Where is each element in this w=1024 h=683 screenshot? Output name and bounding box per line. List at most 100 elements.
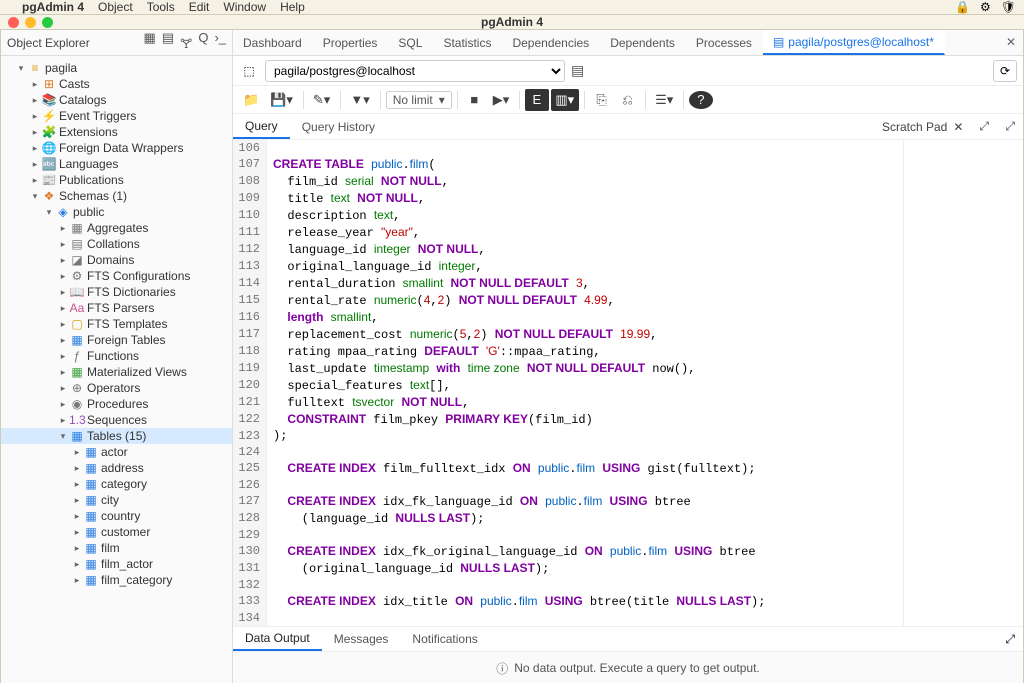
code-line[interactable]: 108 film_id serial NOT NULL, xyxy=(233,173,903,190)
menu-window[interactable]: Window xyxy=(223,0,266,14)
tree-item[interactable]: ▸📚Catalogs xyxy=(1,92,232,108)
scratch-pad-pane[interactable] xyxy=(903,140,1023,626)
code-line[interactable]: 120 special_features text[], xyxy=(233,377,903,394)
chevron-icon[interactable]: ▾ xyxy=(15,63,27,74)
tree-item[interactable]: ▸▦customer xyxy=(1,524,232,540)
chevron-icon[interactable]: ▸ xyxy=(57,319,69,330)
code-line[interactable]: 123); xyxy=(233,428,903,444)
tree-item[interactable]: ▸◪Domains xyxy=(1,252,232,268)
menu-help[interactable]: Help xyxy=(280,0,305,14)
code-text[interactable]: replacement_cost numeric(5,2) NOT NULL D… xyxy=(267,326,657,343)
tab-notifications[interactable]: Notifications xyxy=(400,627,489,651)
tree-item[interactable]: ▸▦actor xyxy=(1,444,232,460)
code-line[interactable]: 127 CREATE INDEX idx_fk_language_id ON p… xyxy=(233,493,903,510)
grid-icon[interactable]: ▦ xyxy=(144,30,156,56)
tree-item[interactable]: ▸📰Publications xyxy=(1,172,232,188)
settings-icon[interactable]: ⚙ xyxy=(980,0,991,14)
chevron-icon[interactable]: ▸ xyxy=(29,159,41,170)
code-text[interactable]: CREATE INDEX idx_title ON public.film US… xyxy=(267,593,765,610)
code-text[interactable] xyxy=(267,577,273,593)
chevron-icon[interactable]: ▸ xyxy=(57,255,69,266)
chevron-icon[interactable]: ▾ xyxy=(29,191,41,202)
database-icon[interactable]: ▤ xyxy=(571,62,584,79)
tree-item[interactable]: ▸▦Aggregates xyxy=(1,220,232,236)
chevron-icon[interactable]: ▸ xyxy=(71,559,83,570)
code-line[interactable]: 110 description text, xyxy=(233,207,903,224)
tree-item[interactable]: ▾◈public xyxy=(1,204,232,220)
tree-item[interactable]: ▸▦city xyxy=(1,492,232,508)
tree-item[interactable]: ▸▦Materialized Views xyxy=(1,364,232,380)
code-text[interactable]: (original_language_id NULLS LAST); xyxy=(267,560,549,577)
code-text[interactable]: rental_duration smallint NOT NULL DEFAUL… xyxy=(267,275,590,292)
tree-item[interactable]: ▸🧩Extensions xyxy=(1,124,232,140)
chevron-icon[interactable]: ▸ xyxy=(71,527,83,538)
code-line[interactable]: 133 CREATE INDEX idx_title ON public.fil… xyxy=(233,593,903,610)
menu-tools[interactable]: Tools xyxy=(147,0,175,14)
code-text[interactable]: title text NOT NULL, xyxy=(267,190,425,207)
code-line[interactable]: 131 (original_language_id NULLS LAST); xyxy=(233,560,903,577)
tree-item[interactable]: ▸◉Procedures xyxy=(1,396,232,412)
code-text[interactable]: rental_rate numeric(4,2) NOT NULL DEFAUL… xyxy=(267,292,615,309)
connection-select[interactable]: pagila/postgres@localhost xyxy=(265,60,565,82)
tree-item[interactable]: ▸▤Collations xyxy=(1,236,232,252)
limit-select[interactable]: No limit▾ xyxy=(386,91,452,109)
open-file-button[interactable]: 📁 xyxy=(239,89,264,111)
chevron-down-icon[interactable]: ›_ xyxy=(214,30,226,56)
tree-item[interactable]: ▸📖FTS Dictionaries xyxy=(1,284,232,300)
filter-icon[interactable]: 🝖 xyxy=(180,30,192,56)
code-text[interactable] xyxy=(267,140,273,156)
close-icon[interactable]: ✕ xyxy=(1006,35,1016,49)
chevron-icon[interactable]: ▸ xyxy=(29,143,41,154)
tab-query[interactable]: Query xyxy=(233,114,290,139)
code-text[interactable]: special_features text[], xyxy=(267,377,451,394)
lock-icon[interactable]: 🔒 xyxy=(955,0,970,14)
code-text[interactable]: CREATE INDEX idx_fk_original_language_id… xyxy=(267,543,756,560)
scratch-pad-tab[interactable]: Scratch Pad ✕ ⤢ xyxy=(876,114,995,139)
filter-button[interactable]: ▼▾ xyxy=(346,89,374,111)
expand-editor-icon[interactable]: ⤢ xyxy=(997,114,1023,139)
stop-button[interactable]: ■ xyxy=(463,89,487,111)
tree-item[interactable]: ▸▦film_actor xyxy=(1,556,232,572)
chevron-icon[interactable]: ▸ xyxy=(57,239,69,250)
code-line[interactable]: 109 title text NOT NULL, xyxy=(233,190,903,207)
tree-item[interactable]: ▸▦category xyxy=(1,476,232,492)
chevron-icon[interactable]: ▸ xyxy=(71,447,83,458)
rollback-button[interactable]: ⎌ xyxy=(616,89,640,111)
code-line[interactable]: 119 last_update timestamp with time zone… xyxy=(233,360,903,377)
code-text[interactable] xyxy=(267,477,273,493)
tree-item[interactable]: ▾▦Tables (15) xyxy=(1,428,232,444)
shield-icon[interactable]: 🛡 xyxy=(1001,0,1016,14)
code-text[interactable] xyxy=(267,527,273,543)
code-line[interactable]: 130 CREATE INDEX idx_fk_original_languag… xyxy=(233,543,903,560)
close-icon[interactable]: ✕ xyxy=(953,120,963,134)
code-line[interactable]: 118 rating mpaa_rating DEFAULT 'G'::mpaa… xyxy=(233,343,903,360)
chevron-icon[interactable]: ▸ xyxy=(57,415,69,426)
chevron-icon[interactable]: ▾ xyxy=(43,207,55,218)
tree-item[interactable]: ▸⚙FTS Configurations xyxy=(1,268,232,284)
chevron-icon[interactable]: ▸ xyxy=(71,463,83,474)
menu-edit[interactable]: Edit xyxy=(189,0,210,14)
chevron-icon[interactable]: ▸ xyxy=(57,383,69,394)
code-line[interactable]: 116 length smallint, xyxy=(233,309,903,326)
tree-item[interactable]: ▾≡pagila xyxy=(1,60,232,76)
tab-statistics[interactable]: Statistics xyxy=(433,30,502,55)
code-line[interactable]: 106 xyxy=(233,140,903,156)
code-text[interactable]: ); xyxy=(267,428,287,444)
code-line[interactable]: 129 xyxy=(233,527,903,543)
code-text[interactable]: last_update timestamp with time zone NOT… xyxy=(267,360,695,377)
tab-query-history[interactable]: Query History xyxy=(290,114,387,139)
code-line[interactable]: 113 original_language_id integer, xyxy=(233,258,903,275)
connection-icon[interactable]: ⬚ xyxy=(239,64,259,78)
tree-item[interactable]: ▸▦address xyxy=(1,460,232,476)
tab-dependents[interactable]: Dependents xyxy=(600,30,686,55)
refresh-button[interactable]: ⟳ xyxy=(993,60,1017,82)
code-text[interactable]: CREATE INDEX idx_fk_language_id ON publi… xyxy=(267,493,691,510)
chevron-icon[interactable]: ▾ xyxy=(57,431,69,442)
code-text[interactable]: length smallint, xyxy=(267,309,379,326)
tree-item[interactable]: ▸AaFTS Parsers xyxy=(1,300,232,316)
chevron-icon[interactable]: ▸ xyxy=(71,479,83,490)
code-text[interactable]: CREATE TABLE public.film( xyxy=(267,156,436,173)
save-button[interactable]: 💾▾ xyxy=(266,89,298,111)
tab-query-tool[interactable]: ▤ pagila/postgres@localhost* ✕ xyxy=(763,30,945,55)
chevron-icon[interactable]: ▸ xyxy=(57,367,69,378)
